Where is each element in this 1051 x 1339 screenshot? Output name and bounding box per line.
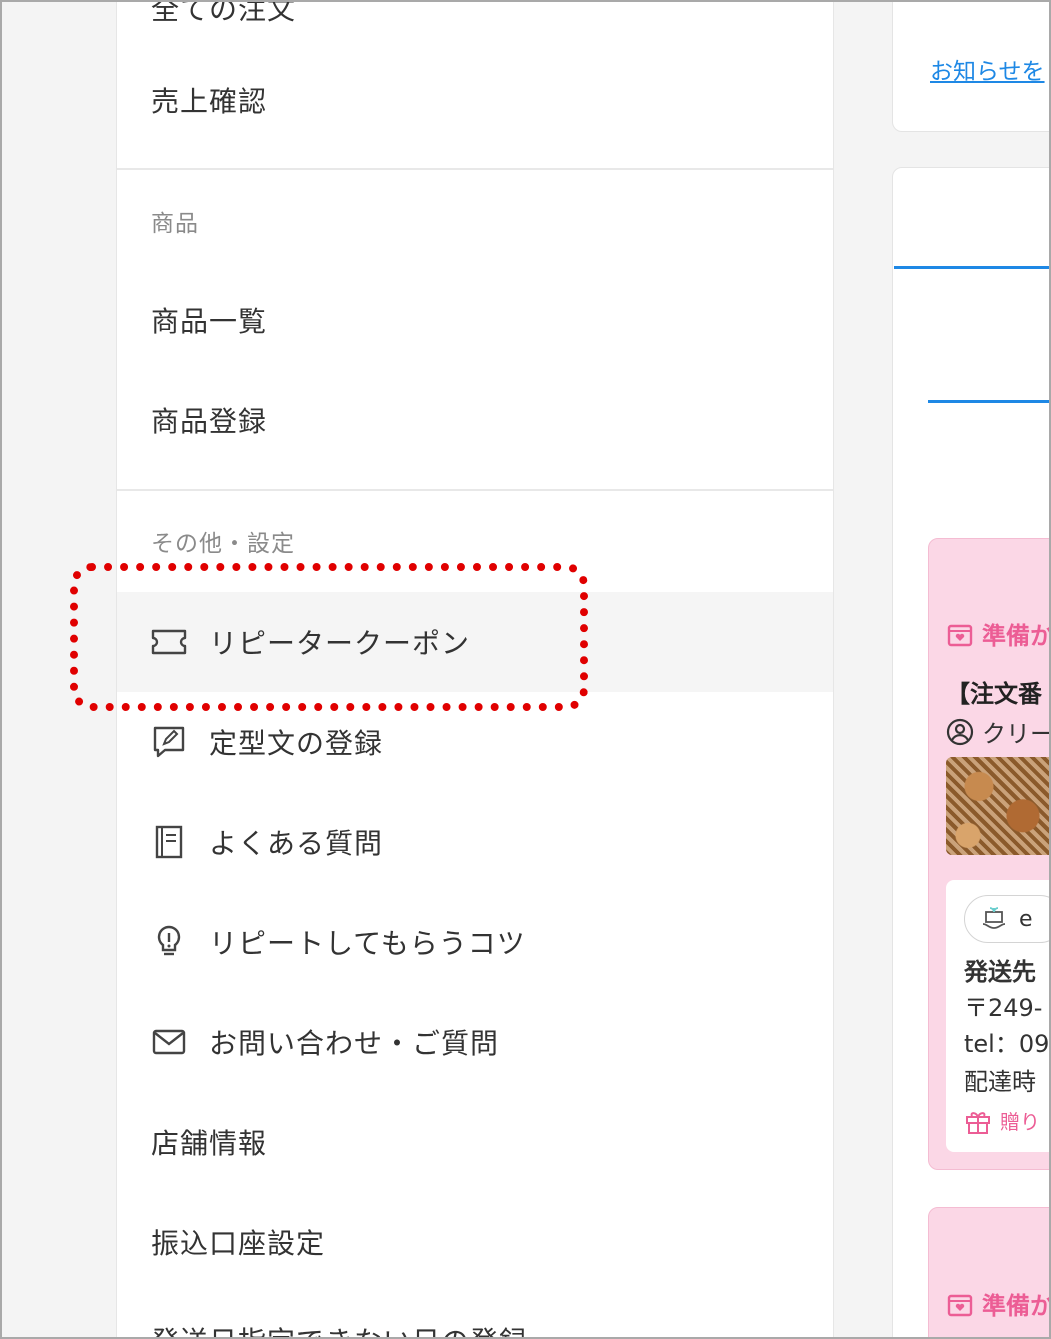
creator-name: クリー — [982, 720, 1051, 748]
mail-icon — [151, 1024, 187, 1060]
sidebar-item-bank-account[interactable]: 振込口座設定 — [117, 1192, 833, 1292]
box-heart-icon — [947, 1294, 973, 1316]
sidebar-item-unavailable-dates[interactable]: 発送日指定できない日の登録 — [151, 1320, 528, 1337]
section-label-products: 商品 — [151, 211, 199, 237]
gift-icon — [966, 1111, 990, 1134]
lightbulb-icon — [151, 924, 187, 960]
ship-tel: tel：09 — [964, 1030, 1050, 1058]
order-status-label: 準備か — [982, 622, 1051, 650]
notice-link[interactable]: お知らせを — [930, 52, 1045, 86]
sidebar-item-label: 振込口座設定 — [151, 1227, 326, 1260]
gift-badge-label: e — [1019, 906, 1033, 932]
sidebar-item-contact[interactable]: お問い合わせ・ご質問 — [117, 992, 833, 1092]
sidebar-item-product-list[interactable]: 商品一覧 — [117, 270, 833, 370]
sidebar-item-label: 商品登録 — [151, 405, 268, 438]
sidebar-item-template-register[interactable]: 定型文の登録 — [117, 692, 833, 792]
divider — [117, 489, 833, 491]
chat-edit-icon — [151, 724, 187, 760]
gift-badge: e — [964, 895, 1049, 943]
gift-note: 贈り — [964, 1106, 1040, 1135]
sidebar-item-label: 売上確認 — [151, 85, 268, 118]
sidebar-item-label: 商品一覧 — [151, 305, 268, 338]
sidebar-item-label: リピートしてもらうコツ — [209, 927, 526, 960]
order-status: 準備か — [946, 1286, 1051, 1321]
sidebar-item-label: お問い合わせ・ご質問 — [209, 1027, 500, 1060]
tab-indicator-secondary — [928, 400, 1049, 403]
sidebar-item-label: よくある質問 — [209, 827, 384, 860]
order-status-label: 準備か — [982, 1292, 1051, 1320]
order-number: 【注文番 — [946, 680, 1042, 708]
product-photo — [946, 757, 1049, 855]
sidebar-menu: 全ての注文 売上確認 商品 商品一覧 商品登録 その他・設定 リピータークーポン… — [116, 2, 834, 1337]
ticket-icon — [151, 624, 187, 660]
sidebar-item-label: 定型文の登録 — [209, 727, 384, 760]
divider — [117, 168, 833, 170]
ship-title: 発送先 — [964, 958, 1036, 986]
gift-hand-icon — [982, 907, 1006, 929]
ship-time: 配達時 — [964, 1068, 1036, 1096]
box-heart-icon — [947, 624, 973, 646]
creator-row: クリー — [946, 714, 1051, 749]
user-circle-icon — [946, 718, 974, 745]
sidebar-item-sales[interactable]: 売上確認 — [117, 50, 833, 150]
sidebar-item-store-info[interactable]: 店舗情報 — [117, 1092, 833, 1192]
ship-zip: 〒249- — [964, 994, 1043, 1022]
sidebar-item-repeat-tips[interactable]: リピートしてもらうコツ — [117, 892, 833, 992]
app-window: 全ての注文 売上確認 商品 商品一覧 商品登録 その他・設定 リピータークーポン… — [0, 0, 1051, 1339]
tab-indicator — [894, 266, 1049, 269]
sidebar-item-all-orders[interactable]: 全ての注文 — [151, 2, 296, 28]
book-icon — [151, 824, 187, 860]
sidebar-item-label: リピータークーポン — [209, 627, 471, 660]
sidebar-item-faq[interactable]: よくある質問 — [117, 792, 833, 892]
sidebar-item-product-register[interactable]: 商品登録 — [117, 370, 833, 470]
gift-note-label: 贈り — [1000, 1110, 1040, 1134]
sidebar-item-label: 店舗情報 — [151, 1127, 268, 1160]
sidebar-item-repeater-coupon[interactable]: リピータークーポン — [117, 592, 833, 692]
section-label-other-settings: その他・設定 — [151, 531, 295, 557]
order-status: 準備か — [946, 616, 1051, 651]
